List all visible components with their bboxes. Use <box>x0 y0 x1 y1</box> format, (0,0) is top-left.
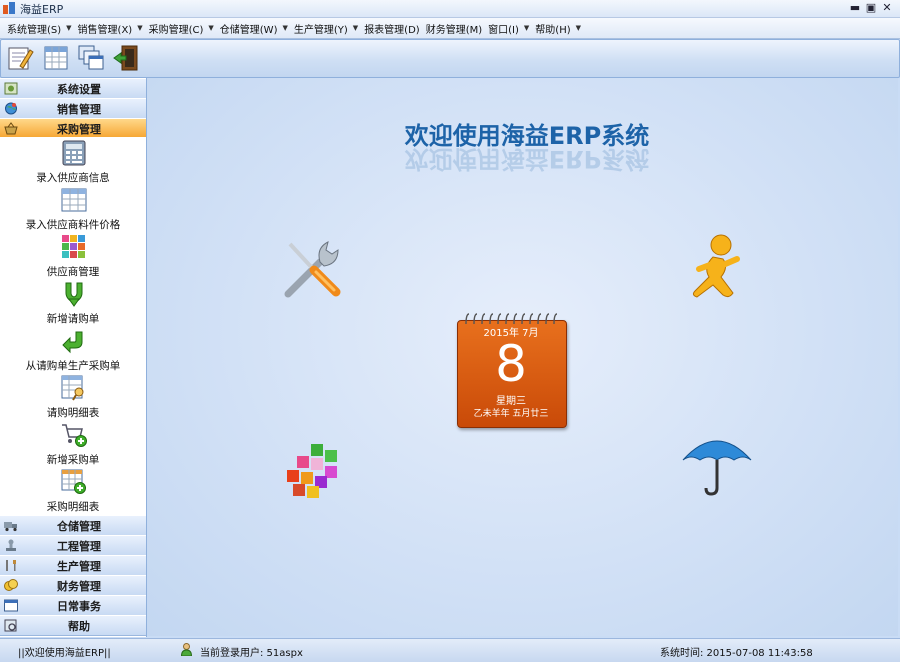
window-icon <box>4 599 18 612</box>
restore-button[interactable]: ▣ <box>864 1 878 15</box>
navigation-sidebar: 系统设置 销售管理 采购管理 录入供应商信息 录入供应商料件价格 供应商管理 新… <box>0 78 147 637</box>
sidebar-group-label: 仓储管理 <box>57 520 101 533</box>
sidebar-group-label: 生产管理 <box>57 560 101 573</box>
user-icon <box>181 643 192 656</box>
sidebar-group-label: 帮助 <box>68 620 90 633</box>
calendar-widget[interactable]: 2015年 7月 8 星期三 乙未羊年 五月廿三 <box>457 312 567 428</box>
globe-icon <box>5 102 17 115</box>
welcome-title-reflection: 欢迎使用海益ERP系统 <box>404 145 650 173</box>
chevron-down-icon[interactable]: ▼ <box>64 24 74 32</box>
truck-icon <box>4 522 17 532</box>
help-book-icon <box>4 619 17 632</box>
menu-purchase[interactable]: 采购管理(C) <box>146 21 207 36</box>
sidebar-group-label: 财务管理 <box>57 580 101 593</box>
exit-door-icon[interactable] <box>112 44 140 72</box>
sidebar-group-production[interactable]: 生产管理 <box>0 555 146 576</box>
running-man-icon[interactable] <box>683 233 747 303</box>
settings-icon <box>4 82 18 95</box>
list-item-supplier-management[interactable]: 供应商管理 <box>0 234 146 281</box>
chevron-down-icon[interactable]: ▼ <box>206 24 216 32</box>
building-blocks-icon[interactable] <box>283 440 345 500</box>
list-item-supplier-price[interactable]: 录入供应商料件价格 <box>0 187 146 234</box>
stamp-icon <box>6 539 16 551</box>
menu-warehouse[interactable]: 仓储管理(W) <box>217 21 281 36</box>
menu-window[interactable]: 窗口(I) <box>485 21 522 36</box>
sidebar-group-daily-affairs[interactable]: 日常事务 <box>0 595 146 616</box>
chevron-down-icon[interactable]: ▼ <box>351 24 361 32</box>
main-desktop-area: 欢迎使用海益ERP系统 欢迎使用海益ERP系统 2015年 7月 8 星期三 乙… <box>147 78 898 636</box>
calculator-icon <box>62 140 86 166</box>
title-bar: 海益ERP ▬ ▣ ✕ <box>0 0 900 18</box>
menu-production[interactable]: 生产管理(Y) <box>291 21 351 36</box>
toolbar <box>0 39 900 78</box>
color-blocks-icon <box>62 235 85 258</box>
umbrella-icon[interactable] <box>681 430 753 498</box>
list-item-requisition-detail[interactable]: 请购明细表 <box>0 375 146 422</box>
table-search-icon <box>61 375 84 401</box>
menu-reports[interactable]: 报表管理(D) <box>361 21 423 36</box>
sidebar-group-engineering[interactable]: 工程管理 <box>0 535 146 556</box>
status-bar: ||欢迎使用海益ERP|| 当前登录用户: 51aspx 系统时间: 2015-… <box>0 638 900 662</box>
green-down-arrow-icon <box>65 282 83 307</box>
menu-help[interactable]: 帮助(H) <box>532 21 573 36</box>
calendar-weekday: 星期三 <box>496 396 526 407</box>
list-item-label: 录入供应商料件价格 <box>25 219 121 231</box>
list-item-label: 供应商管理 <box>46 266 100 278</box>
sidebar-group-help[interactable]: 帮助 <box>0 615 146 636</box>
window-title: 海益ERP <box>20 3 64 16</box>
sidebar-group-label: 销售管理 <box>57 103 101 116</box>
chevron-down-icon[interactable]: ▼ <box>574 24 584 32</box>
status-system-time: 系统时间: 2015-07-08 11:43:58 <box>660 648 813 659</box>
spreadsheet-icon[interactable] <box>42 44 70 72</box>
list-item-label: 从请购单生产采购单 <box>25 360 121 372</box>
sidebar-group-label: 采购管理 <box>57 123 101 136</box>
sidebar-group-system-settings[interactable]: 系统设置 <box>0 78 146 99</box>
basket-icon <box>4 122 18 135</box>
price-grid-icon <box>61 188 87 212</box>
status-welcome-text: ||欢迎使用海益ERP|| <box>18 648 111 659</box>
menu-finance[interactable]: 财务管理(M) <box>423 21 485 36</box>
sidebar-group-warehouse[interactable]: 仓储管理 <box>0 515 146 536</box>
menu-system[interactable]: 系统管理(S) <box>4 21 64 36</box>
tools-icon <box>6 560 16 571</box>
chevron-down-icon[interactable]: ▼ <box>522 24 532 32</box>
list-item-label: 录入供应商信息 <box>36 172 110 184</box>
sidebar-group-sales[interactable]: 销售管理 <box>0 98 146 119</box>
sidebar-group-label: 工程管理 <box>57 540 101 553</box>
list-item-label: 新增采购单 <box>46 454 100 466</box>
windows-cascade-icon[interactable] <box>77 44 105 72</box>
menu-sales[interactable]: 销售管理(X) <box>75 21 136 36</box>
list-item-label: 请购明细表 <box>46 407 100 419</box>
minimize-button[interactable]: ▬ <box>848 1 862 15</box>
list-item-label: 采购明细表 <box>46 501 100 513</box>
notepad-edit-icon[interactable] <box>6 44 34 72</box>
green-return-arrow-icon <box>62 331 83 354</box>
list-item-new-requisition[interactable]: 新增请购单 <box>0 281 146 328</box>
sidebar-group-label: 日常事务 <box>57 600 101 613</box>
purchase-item-list: 录入供应商信息 录入供应商料件价格 供应商管理 新增请购单 从请购单生产采购单 … <box>0 137 146 515</box>
chevron-down-icon[interactable]: ▼ <box>280 24 290 32</box>
menu-bar: 系统管理(S) ▼ 销售管理(X) ▼ 采购管理(C) ▼ 仓储管理(W) ▼ 生产管理… <box>0 18 900 39</box>
cart-add-icon <box>62 424 87 447</box>
wrench-screwdriver-icon[interactable] <box>280 236 344 300</box>
sidebar-group-finance[interactable]: 财务管理 <box>0 575 146 596</box>
close-button[interactable]: ✕ <box>880 1 894 15</box>
sidebar-group-label: 系统设置 <box>57 83 101 96</box>
app-icon <box>3 2 15 14</box>
list-item-po-detail[interactable]: 采购明细表 <box>0 469 146 515</box>
table-add-icon <box>61 469 86 494</box>
calendar-day: 8 <box>495 335 527 393</box>
coins-icon <box>4 579 18 591</box>
list-item-new-po[interactable]: 新增采购单 <box>0 422 146 469</box>
list-item-supplier-info[interactable]: 录入供应商信息 <box>0 140 146 187</box>
sidebar-group-purchase[interactable]: 采购管理 <box>0 118 146 139</box>
list-item-requisition-to-po[interactable]: 从请购单生产采购单 <box>0 328 146 375</box>
calendar-lunar-date: 乙未羊年 五月廿三 <box>473 409 549 419</box>
list-item-label: 新增请购单 <box>46 313 100 325</box>
status-current-user: 当前登录用户: 51aspx <box>200 648 303 659</box>
chevron-down-icon[interactable]: ▼ <box>135 24 145 32</box>
